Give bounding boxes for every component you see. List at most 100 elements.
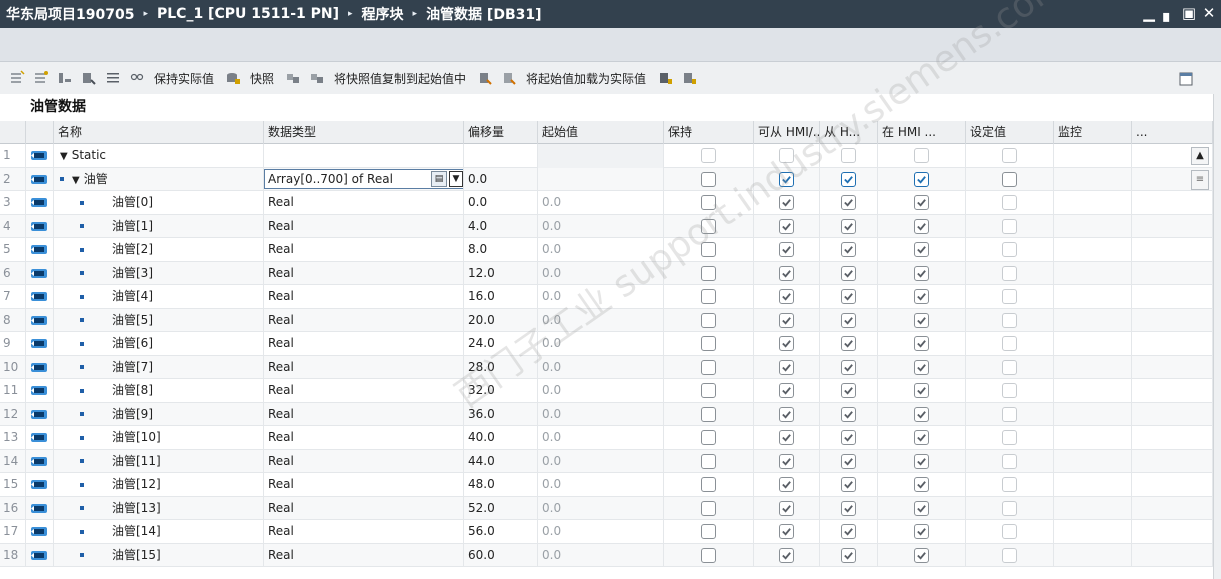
hmi-access-checkbox[interactable] bbox=[779, 500, 794, 516]
table-row[interactable]: 8 油管[5] Real 20.0 0.0 bbox=[0, 308, 1213, 332]
retain-checkbox[interactable] bbox=[701, 406, 716, 422]
hmi-visible-checkbox[interactable] bbox=[914, 524, 929, 540]
hmi-write-checkbox[interactable] bbox=[841, 242, 856, 258]
row-type-cell[interactable]: Real bbox=[264, 261, 464, 285]
hmi-write-checkbox[interactable] bbox=[841, 265, 856, 281]
retain-checkbox[interactable] bbox=[701, 500, 716, 516]
row-name-cell[interactable]: 油管[0] bbox=[54, 191, 264, 215]
hmi-access-checkbox[interactable] bbox=[779, 171, 794, 187]
col-setpoint-header[interactable]: 设定值 bbox=[966, 121, 1054, 144]
setpoint-checkbox[interactable] bbox=[1002, 430, 1017, 446]
load-start-icon-a[interactable] bbox=[474, 67, 496, 89]
hmi-visible-checkbox[interactable] bbox=[914, 383, 929, 399]
hmi-access-checkbox[interactable] bbox=[779, 289, 794, 305]
keep-actual-values-button[interactable]: 保持实际值 bbox=[154, 70, 214, 87]
hmi-write-checkbox[interactable] bbox=[841, 383, 856, 399]
row-type-cell[interactable]: Real bbox=[264, 449, 464, 473]
row-start-value[interactable] bbox=[538, 144, 664, 168]
row-start-value[interactable]: 0.0 bbox=[538, 308, 664, 332]
hmi-visible-checkbox[interactable] bbox=[914, 336, 929, 352]
copy-snapshot-icon-a[interactable] bbox=[282, 67, 304, 89]
hmi-write-checkbox[interactable] bbox=[841, 477, 856, 493]
setpoint-checkbox[interactable] bbox=[1002, 359, 1017, 375]
breadcrumb-plc[interactable]: PLC_1 [CPU 1511-1 PN] bbox=[157, 6, 339, 22]
row-type-cell[interactable]: Real bbox=[264, 214, 464, 238]
table-row[interactable]: 1 ▼ Static bbox=[0, 144, 1213, 168]
setpoint-checkbox[interactable] bbox=[1002, 171, 1017, 187]
row-type-cell[interactable]: Real bbox=[264, 379, 464, 403]
snapshot-db-icon[interactable] bbox=[222, 67, 244, 89]
row-name-cell[interactable]: 油管[6] bbox=[54, 332, 264, 356]
row-name-cell[interactable]: ▼ Static bbox=[54, 144, 264, 168]
hmi-visible-checkbox[interactable] bbox=[914, 289, 929, 305]
hmi-write-checkbox[interactable] bbox=[841, 500, 856, 516]
row-name-cell[interactable]: 油管[3] bbox=[54, 261, 264, 285]
retain-checkbox[interactable] bbox=[701, 171, 716, 187]
hmi-visible-checkbox[interactable] bbox=[914, 359, 929, 375]
close-icon[interactable]: ✕ bbox=[1201, 3, 1217, 23]
row-start-value[interactable]: 0.0 bbox=[538, 355, 664, 379]
setpoint-checkbox[interactable] bbox=[1002, 218, 1017, 234]
table-row[interactable]: 11 油管[8] Real 32.0 0.0 bbox=[0, 379, 1213, 403]
row-start-value[interactable]: 0.0 bbox=[538, 449, 664, 473]
table-row[interactable]: 5 油管[2] Real 8.0 0.0 bbox=[0, 238, 1213, 262]
row-start-value[interactable]: 0.0 bbox=[538, 332, 664, 356]
hmi-visible-checkbox[interactable] bbox=[914, 242, 929, 258]
snapshot-button[interactable]: 快照 bbox=[250, 70, 274, 87]
row-type-cell[interactable]: Real bbox=[264, 355, 464, 379]
hmi-visible-checkbox[interactable] bbox=[914, 500, 929, 516]
row-name-cell[interactable]: 油管[13] bbox=[54, 496, 264, 520]
row-type-cell[interactable]: Real bbox=[264, 543, 464, 567]
hmi-visible-checkbox[interactable] bbox=[914, 477, 929, 493]
copy-snapshot-to-start-button[interactable]: 将快照值复制到起始值中 bbox=[334, 70, 466, 87]
row-start-value[interactable]: 0.0 bbox=[538, 543, 664, 567]
table-row[interactable]: 4 油管[1] Real 4.0 0.0 bbox=[0, 214, 1213, 238]
col-type-header[interactable]: 数据类型 bbox=[264, 121, 464, 144]
hmi-access-checkbox[interactable] bbox=[779, 265, 794, 281]
row-type-cell[interactable]: Real bbox=[264, 496, 464, 520]
row-name-cell[interactable]: 油管[8] bbox=[54, 379, 264, 403]
table-row[interactable]: 2 ▼ 油管 Array[0..700] of Real ▤ ▼ 0.0 bbox=[0, 167, 1213, 192]
row-start-value[interactable]: 0.0 bbox=[538, 496, 664, 520]
scroll-thumb[interactable]: ≡ bbox=[1191, 170, 1209, 190]
row-type-cell[interactable]: Real bbox=[264, 191, 464, 215]
row-name-cell[interactable]: 油管[9] bbox=[54, 402, 264, 426]
table-row[interactable]: 13 油管[10] Real 40.0 0.0 bbox=[0, 426, 1213, 450]
table-row[interactable]: 14 油管[11] Real 44.0 0.0 bbox=[0, 449, 1213, 473]
table-row[interactable]: 7 油管[4] Real 16.0 0.0 bbox=[0, 285, 1213, 309]
row-start-value[interactable]: 0.0 bbox=[538, 520, 664, 544]
col-start-header[interactable]: 起始值 bbox=[538, 121, 664, 144]
table-row[interactable]: 3 油管[0] Real 0.0 0.0 bbox=[0, 191, 1213, 215]
breadcrumb-blocks[interactable]: 程序块 bbox=[362, 4, 404, 24]
retain-checkbox[interactable] bbox=[701, 383, 716, 399]
table-row[interactable]: 17 油管[14] Real 56.0 0.0 bbox=[0, 520, 1213, 544]
table-row[interactable]: 10 油管[7] Real 28.0 0.0 bbox=[0, 355, 1213, 379]
download-icon-a[interactable] bbox=[654, 67, 676, 89]
row-start-value[interactable]: 0.0 bbox=[538, 473, 664, 497]
hmi-write-checkbox[interactable] bbox=[841, 430, 856, 446]
hmi-access-checkbox[interactable] bbox=[779, 383, 794, 399]
breadcrumb-project[interactable]: 华东局项目190705 bbox=[6, 4, 134, 24]
col-more-header[interactable]: ... bbox=[1132, 121, 1213, 144]
table-row[interactable]: 16 油管[13] Real 52.0 0.0 bbox=[0, 496, 1213, 520]
col-retain-header[interactable]: 保持 bbox=[664, 121, 754, 144]
row-name-cell[interactable]: 油管[5] bbox=[54, 308, 264, 332]
row-type-cell[interactable] bbox=[264, 144, 464, 168]
collapse-icon[interactable] bbox=[78, 67, 100, 89]
copy-snapshot-icon-b[interactable] bbox=[306, 67, 328, 89]
setpoint-checkbox[interactable] bbox=[1002, 383, 1017, 399]
hmi-write-checkbox[interactable] bbox=[841, 289, 856, 305]
retain-checkbox[interactable] bbox=[701, 359, 716, 375]
setpoint-checkbox[interactable] bbox=[1002, 148, 1017, 164]
hmi-write-checkbox[interactable] bbox=[841, 312, 856, 328]
row-start-value[interactable]: 0.0 bbox=[538, 379, 664, 403]
retain-checkbox[interactable] bbox=[701, 430, 716, 446]
setpoint-checkbox[interactable] bbox=[1002, 242, 1017, 258]
hmi-visible-checkbox[interactable] bbox=[914, 171, 929, 187]
expand-toggle-icon[interactable]: ▼ bbox=[72, 169, 80, 192]
col-hmi-write-header[interactable]: 从 H... bbox=[820, 121, 878, 144]
hmi-write-checkbox[interactable] bbox=[841, 148, 856, 164]
row-start-value[interactable]: 0.0 bbox=[538, 402, 664, 426]
retain-checkbox[interactable] bbox=[701, 289, 716, 305]
hmi-access-checkbox[interactable] bbox=[779, 359, 794, 375]
